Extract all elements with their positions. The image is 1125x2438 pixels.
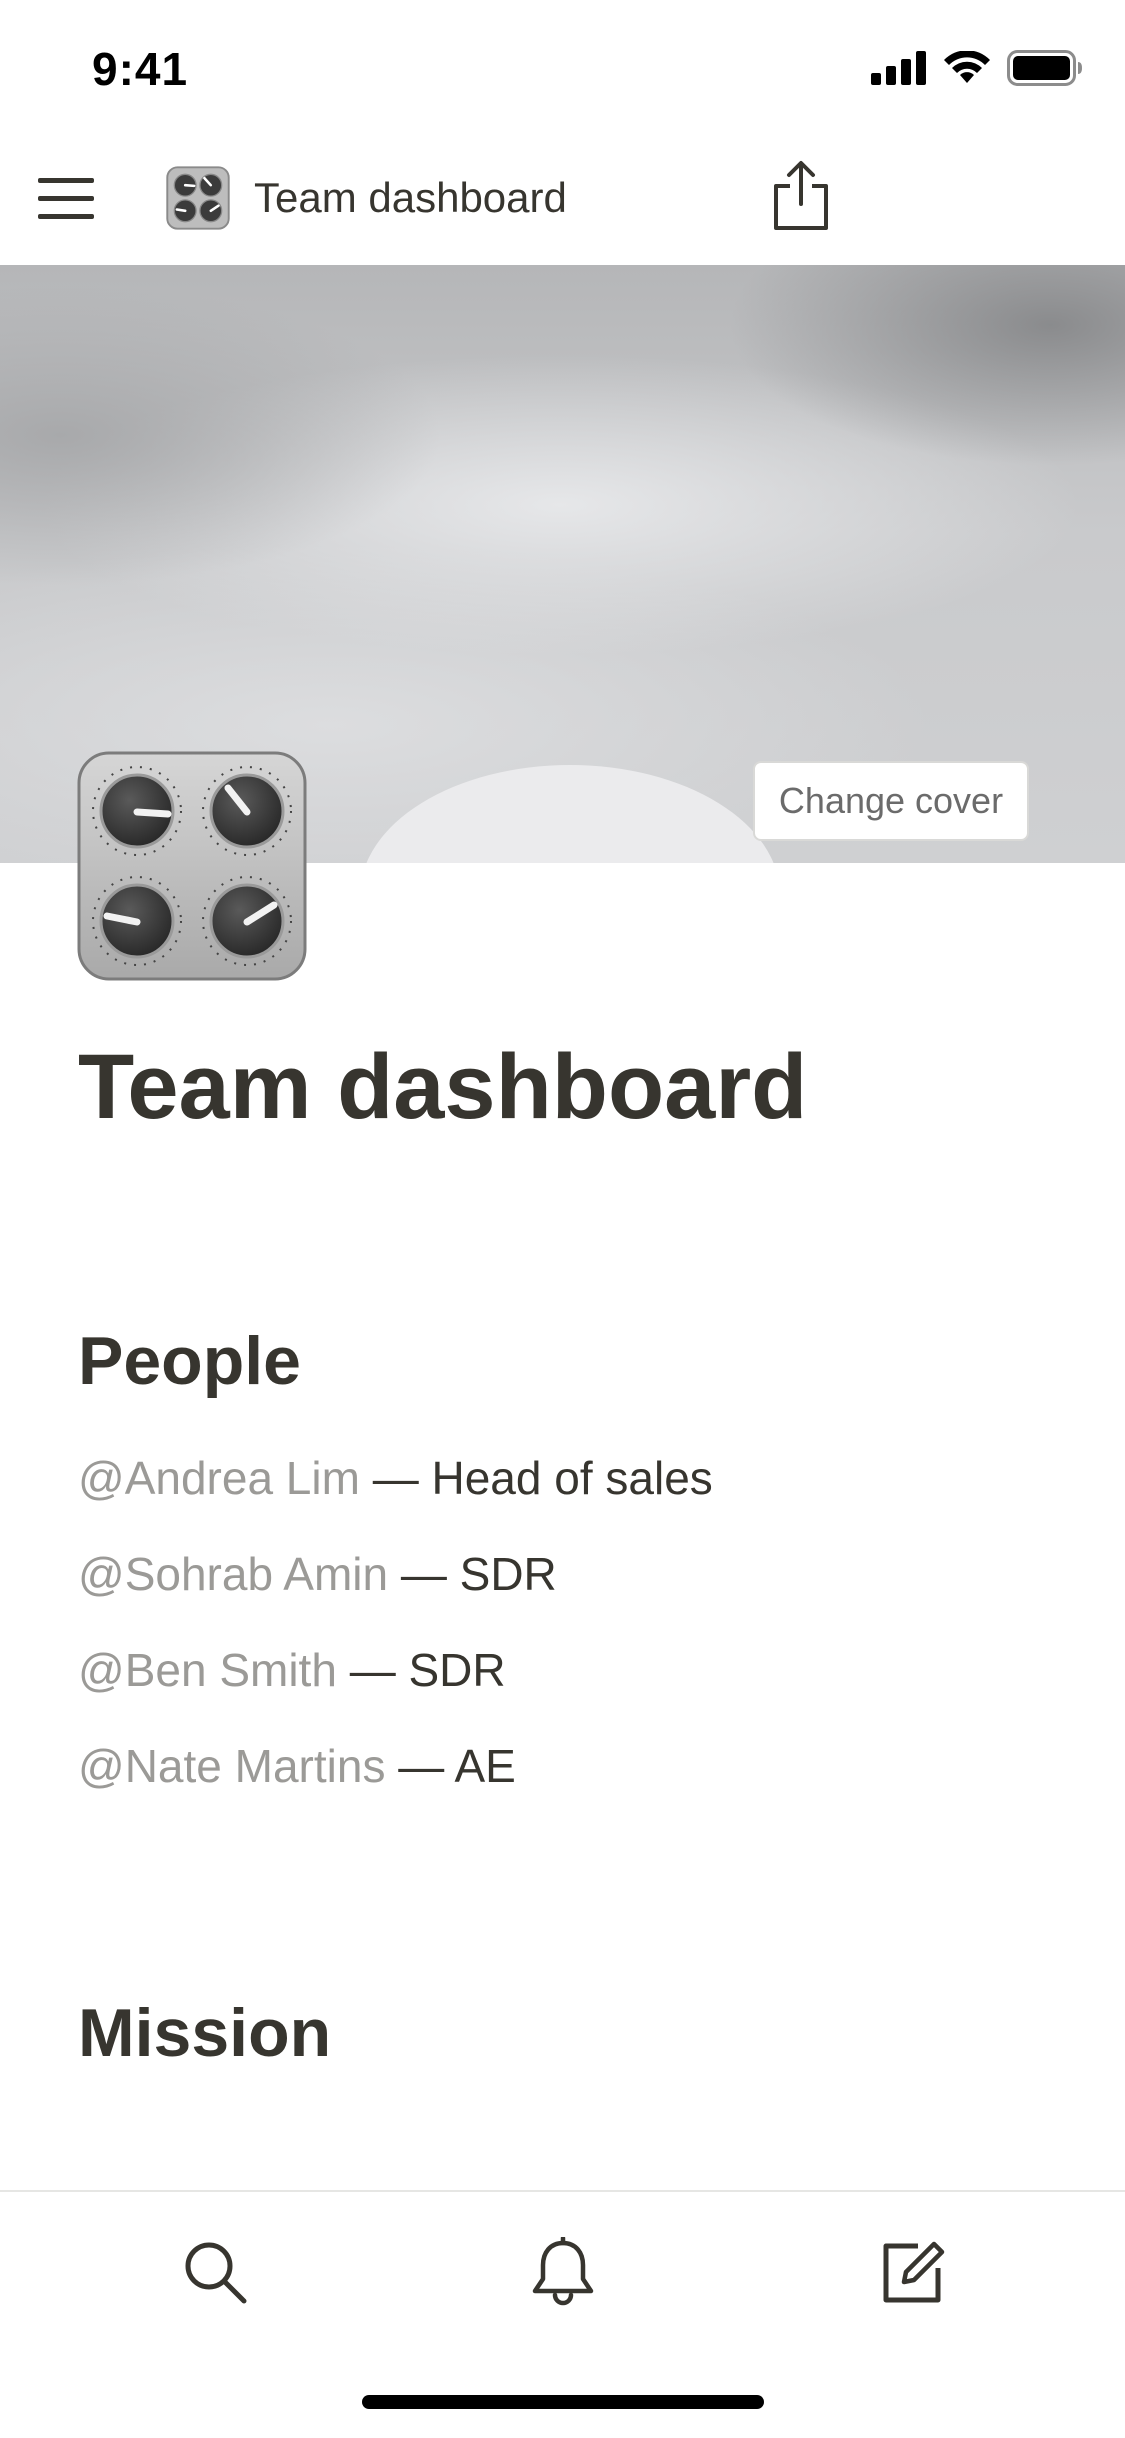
status-bar: 9:41 xyxy=(0,0,1125,130)
status-icons xyxy=(871,50,1083,86)
role-text: SDR xyxy=(459,1548,557,1600)
new-page-tab-button[interactable] xyxy=(872,2232,952,2312)
user-mention[interactable]: @Andrea Lim xyxy=(78,1452,360,1504)
top-nav-bar: Team dashboard xyxy=(0,130,1125,267)
notifications-tab-button[interactable] xyxy=(523,2232,603,2312)
compose-icon xyxy=(883,2241,945,2303)
people-list: @Andrea Lim — Head of sales @Sohrab Amin… xyxy=(78,1450,713,1834)
list-item[interactable]: @Ben Smith — SDR xyxy=(78,1642,713,1738)
user-mention[interactable]: @Sohrab Amin xyxy=(78,1548,388,1600)
list-item[interactable]: @Sohrab Amin — SDR xyxy=(78,1546,713,1642)
user-mention[interactable]: @Nate Martins xyxy=(78,1740,385,1792)
separator: — xyxy=(385,1740,455,1792)
list-item[interactable]: @Nate Martins — AE xyxy=(78,1738,713,1834)
cover-hill xyxy=(360,765,780,863)
change-cover-button[interactable]: Change cover xyxy=(753,761,1029,841)
people-heading[interactable]: People xyxy=(78,1322,301,1400)
user-mention[interactable]: @Ben Smith xyxy=(78,1644,337,1696)
separator: — xyxy=(388,1548,460,1600)
role-text: Head of sales xyxy=(431,1452,713,1504)
cellular-signal-icon xyxy=(871,51,926,85)
role-text: SDR xyxy=(408,1644,506,1696)
share-icon[interactable] xyxy=(770,160,832,232)
search-icon xyxy=(185,2242,247,2304)
separator: — xyxy=(336,1644,409,1696)
battery-icon xyxy=(1007,50,1082,86)
separator: — xyxy=(359,1452,432,1504)
home-indicator[interactable] xyxy=(362,2395,764,2409)
bell-icon xyxy=(532,2237,594,2306)
control-knobs-icon[interactable] xyxy=(76,750,308,982)
mission-heading[interactable]: Mission xyxy=(78,1994,331,2072)
hamburger-menu-icon[interactable] xyxy=(38,170,94,226)
search-tab-button[interactable] xyxy=(175,2232,255,2312)
list-item[interactable]: @Andrea Lim — Head of sales xyxy=(78,1450,713,1546)
role-text: AE xyxy=(454,1740,516,1792)
page-title[interactable]: Team dashboard xyxy=(78,1035,807,1140)
wifi-icon xyxy=(944,51,990,83)
control-knobs-icon xyxy=(166,166,230,230)
status-time: 9:41 xyxy=(92,43,189,95)
nav-page-title[interactable]: Team dashboard xyxy=(254,174,567,222)
